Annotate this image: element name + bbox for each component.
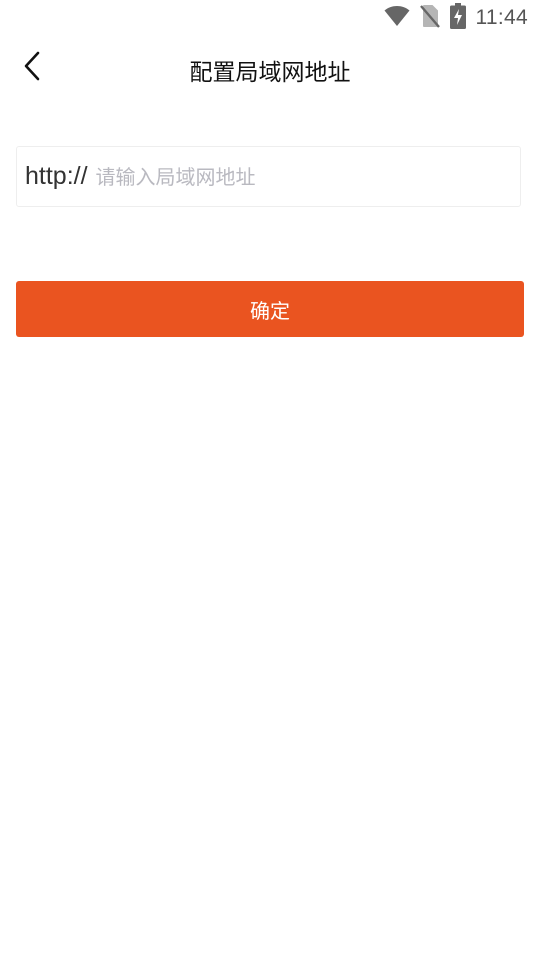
status-bar: 11:44 xyxy=(0,0,540,36)
app-header: 配置局域网地址 xyxy=(0,36,540,100)
battery-charging-icon xyxy=(449,3,466,33)
no-sim-icon xyxy=(419,4,440,32)
address-prefix: http:// xyxy=(25,162,88,190)
page-title: 配置局域网地址 xyxy=(189,60,351,86)
status-icons: 11:44 xyxy=(384,3,529,33)
status-time: 11:44 xyxy=(475,6,528,29)
address-input[interactable] xyxy=(95,156,520,197)
confirm-button[interactable]: 确定 xyxy=(16,281,524,337)
address-field-row: http:// xyxy=(16,146,521,207)
wifi-icon xyxy=(384,5,410,31)
